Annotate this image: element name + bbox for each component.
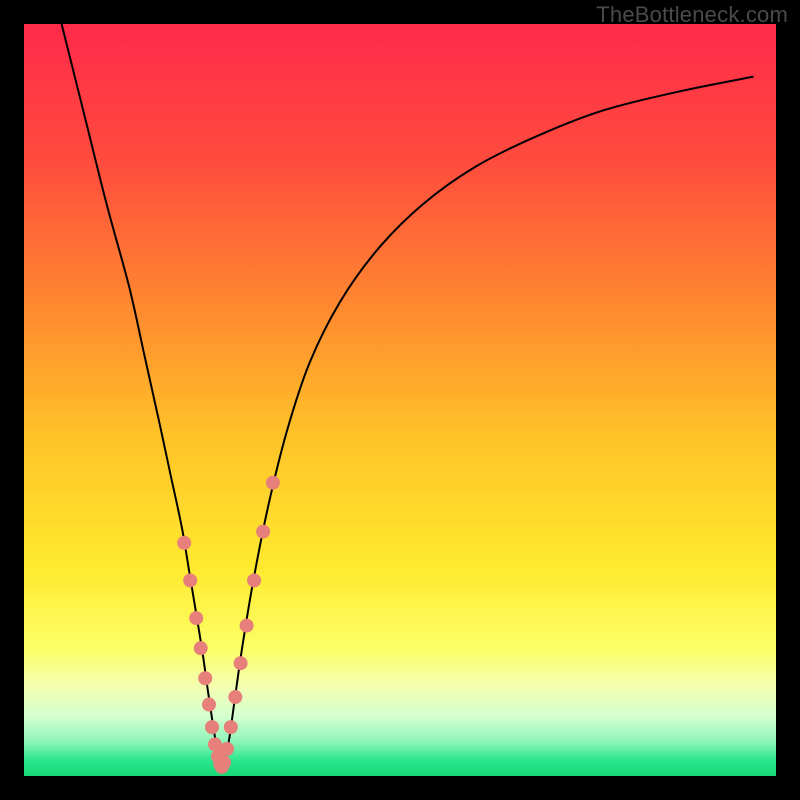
curve-marker [224,720,238,734]
curve-marker [177,536,191,550]
curve-marker [234,656,248,670]
curve-marker [208,737,222,751]
curve-marker [189,611,203,625]
watermark-text: TheBottleneck.com [596,2,788,28]
curve-marker [240,619,254,633]
curve-marker [220,742,234,756]
curve-marker [183,573,197,587]
curve-marker [194,641,208,655]
curve-marker [217,755,231,769]
chart-frame: TheBottleneck.com [0,0,800,800]
gradient-background [24,24,776,776]
curve-marker [266,476,280,490]
curve-marker [256,525,270,539]
curve-marker [228,690,242,704]
curve-marker [198,671,212,685]
curve-marker [205,720,219,734]
curve-marker [202,698,216,712]
plot-area [24,24,776,776]
chart-svg [24,24,776,776]
curve-marker [247,573,261,587]
